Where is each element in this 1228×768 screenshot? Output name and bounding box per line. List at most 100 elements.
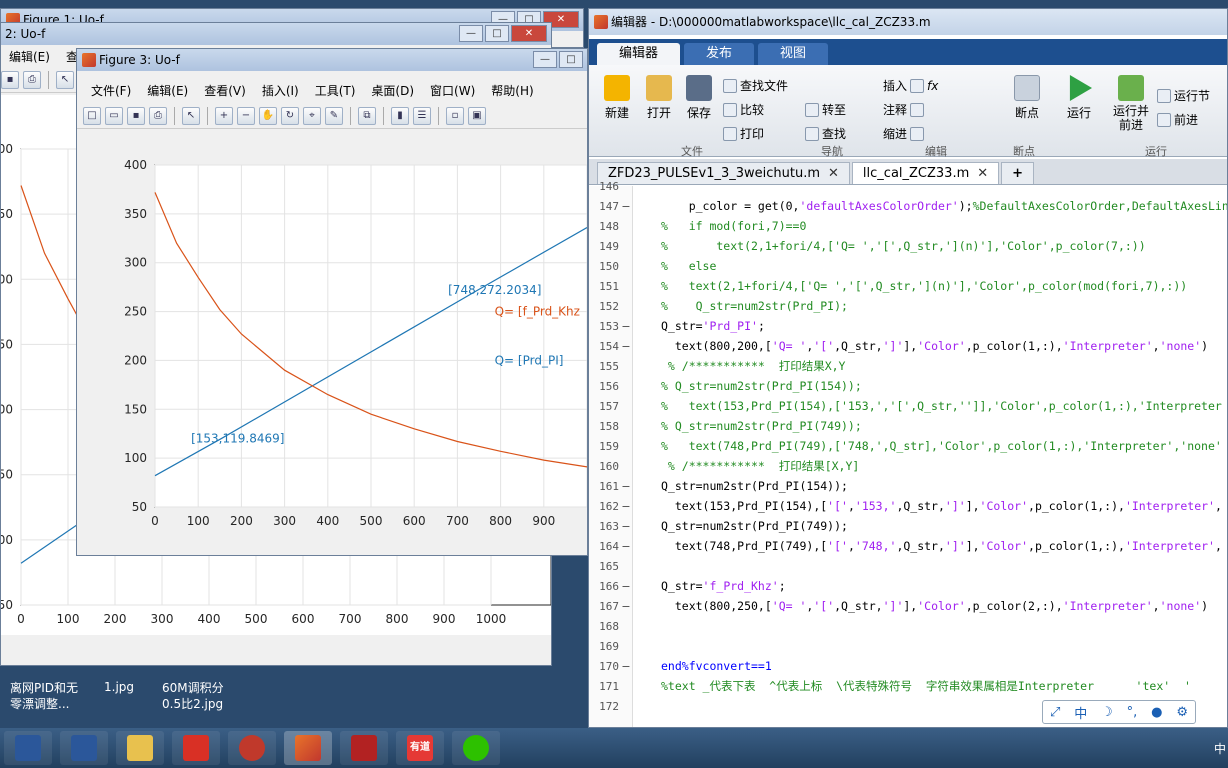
taskbar-word-1[interactable] (4, 731, 52, 765)
menu-file[interactable]: 文件(F) (83, 82, 139, 99)
run-button[interactable]: 运行 (1061, 75, 1097, 121)
taskbar-word-2[interactable] (60, 731, 108, 765)
save-icon[interactable]: ▪ (127, 106, 145, 125)
code-line[interactable]: 171 %text _代表下表 ^代表上标 \代表特殊符号 字符串效果属相是Int… (589, 676, 1227, 696)
indent-button[interactable]: 缩进 (883, 125, 925, 142)
code-line[interactable]: 161– Q_str=num2str(Prd_PI(154)); (589, 476, 1227, 496)
new-button[interactable]: 新建 (599, 75, 635, 121)
breakpoint-marker[interactable]: – (619, 316, 633, 336)
figure3-titlebar[interactable]: Figure 3: Uo-f — □ (77, 49, 587, 71)
colorbar-icon[interactable]: ▮ (391, 106, 409, 125)
new-figure-icon[interactable]: □ (83, 106, 101, 125)
tab-editor[interactable]: 编辑器 (597, 43, 681, 65)
open-file-icon[interactable]: ▭ (105, 106, 123, 125)
breakpoint-marker[interactable]: – (619, 516, 633, 536)
code-line[interactable]: 159 % text(748,Prd_PI(749),['748,',Q_str]… (589, 436, 1227, 456)
code-line[interactable]: 160 % /*********** 打印结果[X,Y] (589, 456, 1227, 476)
ime-settings-icon[interactable]: ⚙ (1176, 705, 1188, 720)
code-line[interactable]: 150 % else (589, 256, 1227, 276)
zoom-out-icon[interactable]: − (237, 106, 255, 125)
taskbar-explorer[interactable] (116, 731, 164, 765)
breakpoint-marker[interactable]: – (619, 196, 633, 216)
brush-icon[interactable]: ✎ (325, 106, 343, 125)
code-line[interactable]: 158 % Q_str=num2str(Prd_PI(749)); (589, 416, 1227, 436)
breakpoint-marker[interactable]: – (619, 596, 633, 616)
figure3-plot[interactable]: 0 100 200 300 400 500 600 700 800 900 50 100 150 200 2… (77, 131, 587, 551)
breakpoint-marker[interactable]: – (619, 476, 633, 496)
code-line[interactable]: 169 (589, 636, 1227, 656)
data-cursor-icon[interactable]: ⌖ (303, 106, 321, 125)
menu-desktop[interactable]: 桌面(D) (363, 82, 422, 99)
code-line[interactable]: 151 % text(2,1+fori/4,['Q= ','[',Q_str,']… (589, 276, 1227, 296)
menu-edit[interactable]: 编辑(E) (1, 48, 58, 65)
insert-button[interactable]: 插入 fx (883, 77, 938, 94)
breakpoint-marker[interactable]: – (619, 336, 633, 356)
code-line[interactable]: 162– text(153,Prd_PI(154),['[','153,',Q_… (589, 496, 1227, 516)
figure2-titlebar[interactable]: 2: Uo-f — □ ✕ (1, 23, 551, 45)
menu-edit[interactable]: 编辑(E) (139, 82, 196, 99)
taskbar-pdf[interactable] (172, 731, 220, 765)
code-line[interactable]: 146 (589, 176, 1227, 196)
tab-view[interactable]: 视图 (758, 43, 829, 65)
taskbar-youdao[interactable]: 有道 (396, 731, 444, 765)
goto-button[interactable]: 转至 (805, 101, 846, 118)
editor-titlebar[interactable]: 编辑器 - D:\000000matlabworkspace\llc_cal_Z… (589, 9, 1227, 35)
advance-button[interactable]: 前进 (1157, 111, 1198, 128)
code-line[interactable]: 164– text(748,Prd_PI(749),['[','748,',Q_… (589, 536, 1227, 556)
tab-publish[interactable]: 发布 (684, 43, 755, 65)
compare-button[interactable]: 比较 (723, 101, 764, 118)
pan-hand-icon[interactable]: ✋ (259, 106, 277, 125)
menu-tools[interactable]: 工具(T) (307, 82, 364, 99)
legend-icon[interactable]: ☰ (413, 106, 431, 125)
breakpoint-marker[interactable]: – (619, 656, 633, 676)
menu-insert[interactable]: 插入(I) (254, 82, 307, 99)
print-icon[interactable]: ⎙ (23, 70, 41, 89)
taskbar-media[interactable] (228, 731, 276, 765)
figure3-window[interactable]: Figure 3: Uo-f — □ 文件(F) 编辑(E) 查看(V) 插入(I… (76, 48, 588, 556)
taskbar-wechat[interactable] (452, 731, 500, 765)
code-line[interactable]: 168 (589, 616, 1227, 636)
ime-mode-icon[interactable]: ⤢ (1050, 705, 1060, 720)
breakpoints-button[interactable]: 断点 (1009, 75, 1045, 121)
close-button[interactable]: ✕ (511, 25, 547, 42)
ime-toolbar[interactable]: ⤢ 中 ☽ °, ● ⚙ (1042, 700, 1196, 724)
code-line[interactable]: 148 % if mod(fori,7)==0 (589, 216, 1227, 236)
code-line[interactable]: 170– end%fvconvert==1 (589, 656, 1227, 676)
code-editor[interactable]: 146 147– p_color = get(0,'defaultAxesColo… (589, 180, 1227, 727)
editor-window[interactable]: 编辑器 - D:\000000matlabworkspace\llc_cal_Z… (588, 8, 1228, 728)
maximize-button[interactable]: □ (485, 25, 509, 42)
hide-plot-tools-icon[interactable]: ▫ (446, 106, 464, 125)
print-icon[interactable]: ⎙ (149, 106, 167, 125)
code-line[interactable]: 155 % /*********** 打印结果X,Y (589, 356, 1227, 376)
fx-button[interactable]: fx (927, 79, 938, 93)
comment-button[interactable]: 注释 (883, 101, 925, 118)
taskbar-matlab[interactable] (284, 731, 332, 765)
zoom-in-icon[interactable]: + (215, 106, 233, 125)
desktop-file-60m[interactable]: 60M调积分 0.5比2.jpg (162, 680, 224, 712)
menu-view[interactable]: 查看(V) (196, 82, 254, 99)
desktop-file-jpg[interactable]: 1.jpg (104, 680, 134, 694)
code-line[interactable]: 163– Q_str=num2str(Prd_PI(749)); (589, 516, 1227, 536)
breakpoint-marker[interactable]: – (619, 576, 633, 596)
code-line[interactable]: 166– Q_str='f_Prd_Khz'; (589, 576, 1227, 596)
menu-help[interactable]: 帮助(H) (483, 82, 541, 99)
link-plot-icon[interactable]: ⧉ (358, 106, 376, 125)
find-files-button[interactable]: 查找文件 (723, 77, 788, 94)
code-line[interactable]: 167– text(800,250,['Q= ','[',Q_str,']'],… (589, 596, 1227, 616)
tray-clock[interactable]: 中 (1214, 740, 1226, 757)
ime-user-icon[interactable]: ● (1151, 705, 1162, 720)
run-section-button[interactable]: 运行节 (1157, 87, 1210, 104)
code-line[interactable]: 152 % Q_str=num2str(Prd_PI); (589, 296, 1227, 316)
print-button[interactable]: 打印 (723, 125, 764, 142)
ime-punct-icon[interactable]: °, (1127, 705, 1138, 720)
maximize-button[interactable]: □ (559, 51, 583, 68)
code-line[interactable]: 153– Q_str='Prd_PI'; (589, 316, 1227, 336)
pointer-icon[interactable]: ↖ (56, 70, 74, 89)
ime-chinese-toggle[interactable]: 中 (1074, 703, 1087, 722)
breakpoint-marker[interactable]: – (619, 536, 633, 556)
code-line[interactable]: 165 (589, 556, 1227, 576)
ime-moon-icon[interactable]: ☽ (1101, 705, 1113, 720)
code-line[interactable]: 147– p_color = get(0,'defaultAxesColorOr… (589, 196, 1227, 216)
code-line[interactable]: 149 % text(2,1+fori/4,['Q= ','[',Q_str,']… (589, 236, 1227, 256)
minimize-button[interactable]: — (533, 51, 557, 68)
